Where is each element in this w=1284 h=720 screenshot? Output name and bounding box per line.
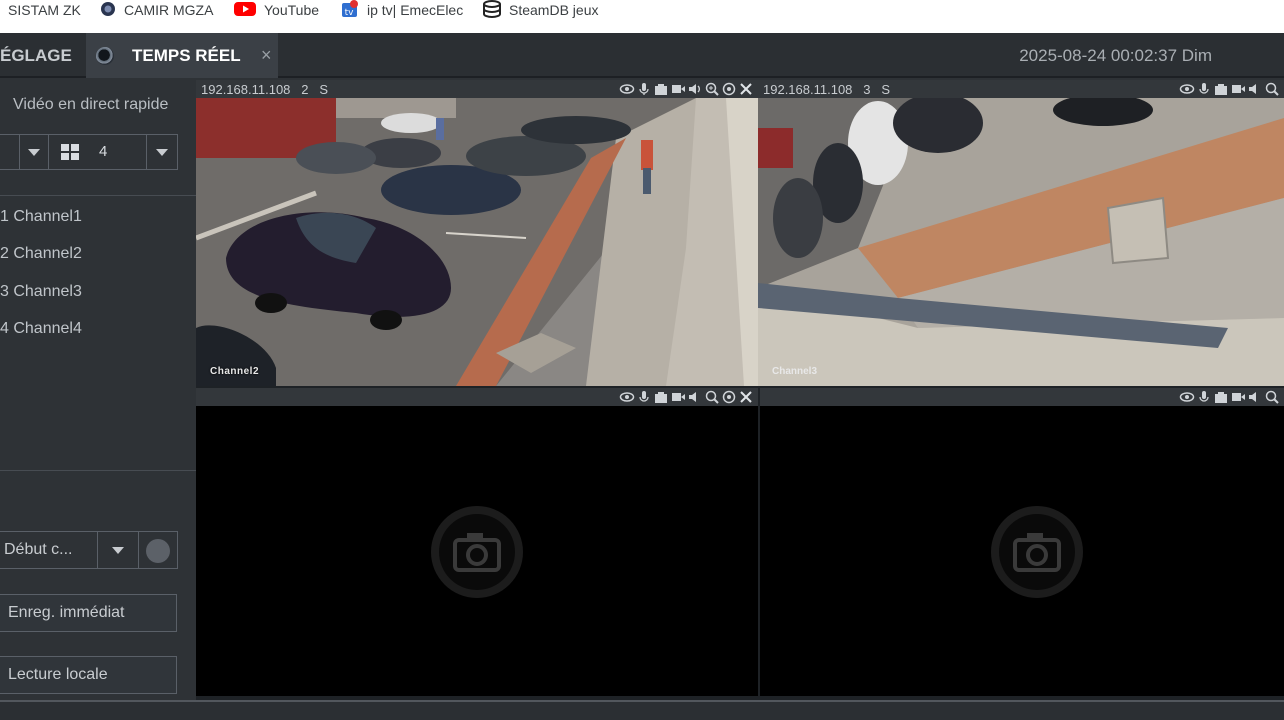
record-icon[interactable] xyxy=(1230,389,1246,405)
close-icon[interactable] xyxy=(738,81,754,97)
no-video-camera-icon xyxy=(431,506,523,598)
no-video-camera-icon xyxy=(991,506,1083,598)
record-indicator-icon[interactable] xyxy=(146,539,170,563)
camera-lens-icon xyxy=(100,1,116,20)
eye-icon[interactable] xyxy=(1179,389,1195,405)
record-icon[interactable] xyxy=(1230,81,1246,97)
video-tile-2[interactable]: 192.168.11.108 3 S Channel3 xyxy=(758,80,1284,386)
eye-icon[interactable] xyxy=(1179,81,1195,97)
divider xyxy=(0,195,196,196)
tile-toolbar xyxy=(619,81,754,97)
snapshot-icon[interactable] xyxy=(1213,389,1229,405)
tab-reglage[interactable]: ÉGLAGE xyxy=(0,33,86,78)
grid-layout-icon xyxy=(61,144,79,160)
bookmark-iptv[interactable]: tv ip tv| EmecElec xyxy=(341,0,463,20)
channel-item-3[interactable]: 3 Channel3 xyxy=(0,283,82,301)
zoom-icon[interactable] xyxy=(704,389,720,405)
svg-text:tv: tv xyxy=(345,8,355,18)
bookmark-label: SteamDB jeux xyxy=(509,2,599,18)
divider xyxy=(0,470,196,471)
close-tab-icon[interactable]: × xyxy=(261,33,272,78)
video-tile-1[interactable]: 192.168.11.108 2 S Channel2 xyxy=(196,80,758,386)
app-top-bar: ÉGLAGE TEMPS RÉEL × 2025-08-24 00:02:37 … xyxy=(0,33,1284,78)
tile-header xyxy=(760,388,1284,406)
ptz-icon[interactable] xyxy=(721,389,737,405)
bookmarks-bar: SISTAM ZK CAMIR MGZA YouTube tv ip tv| E… xyxy=(0,0,1284,33)
record-icon[interactable] xyxy=(670,81,686,97)
video-tile-3[interactable] xyxy=(196,388,758,696)
bookmark-label: ip tv| EmecElec xyxy=(367,2,464,18)
ptz-icon[interactable] xyxy=(721,81,737,97)
split-dropdown[interactable] xyxy=(147,135,177,169)
split-controls: 4 xyxy=(0,134,178,170)
video-grid: 192.168.11.108 2 S Channel2 192.168.11.1… xyxy=(196,80,1284,700)
bookmark-steamdb[interactable]: SteamDB jeux xyxy=(483,0,598,20)
zoom-icon[interactable] xyxy=(704,81,720,97)
split-select[interactable]: 4 xyxy=(49,135,147,169)
instant-record-button[interactable]: Enreg. immédiat xyxy=(0,594,177,632)
speaker-icon[interactable] xyxy=(1247,389,1263,405)
microphone-icon[interactable] xyxy=(636,389,652,405)
microphone-icon[interactable] xyxy=(1196,81,1212,97)
snapshot-icon[interactable] xyxy=(653,81,669,97)
bookmark-youtube[interactable]: YouTube xyxy=(234,0,319,20)
tab-label: TEMPS RÉEL xyxy=(132,46,241,65)
separator xyxy=(138,532,139,568)
speaker-icon[interactable] xyxy=(1247,81,1263,97)
channel-item-2[interactable]: 2 Channel2 xyxy=(0,245,82,263)
stream-dropdown[interactable] xyxy=(20,135,49,169)
camera-feed-sidewalk: Channel3 xyxy=(758,98,1284,386)
channel-item-1[interactable]: 1 Channel1 xyxy=(0,208,82,226)
eye-icon[interactable] xyxy=(619,389,635,405)
speaker-icon[interactable] xyxy=(687,389,703,405)
video-tile-4[interactable] xyxy=(760,388,1284,696)
zoom-icon[interactable] xyxy=(1264,81,1280,97)
iptv-icon: tv xyxy=(341,0,359,21)
tab-temps-reel[interactable]: TEMPS RÉEL × xyxy=(86,33,278,78)
snapshot-icon[interactable] xyxy=(653,389,669,405)
bookmark-camir[interactable]: CAMIR MGZA xyxy=(100,0,213,20)
record-mode-row: Début c... xyxy=(0,531,178,569)
close-icon[interactable] xyxy=(738,389,754,405)
split-value: 4 xyxy=(99,143,108,160)
local-playback-button[interactable]: Lecture locale xyxy=(0,656,177,694)
speaker-icon[interactable] xyxy=(687,81,703,97)
stream-select[interactable] xyxy=(0,135,20,169)
osd-channel-label: Channel3 xyxy=(772,366,817,377)
bookmark-label: CAMIR MGZA xyxy=(124,2,214,18)
tile-toolbar xyxy=(1179,389,1280,405)
snapshot-icon[interactable] xyxy=(1213,81,1229,97)
tile-toolbar xyxy=(1179,81,1280,97)
tile-header: 192.168.11.108 2 S xyxy=(196,80,758,98)
bottom-scrollbar[interactable] xyxy=(0,700,1284,720)
tile-header xyxy=(196,388,758,406)
left-panel: Vidéo en direct rapide 4 1 Channel1 2 Ch… xyxy=(0,80,196,720)
zoom-icon[interactable] xyxy=(1264,389,1280,405)
tile-header: 192.168.11.108 3 S xyxy=(758,80,1284,98)
eye-icon[interactable] xyxy=(619,81,635,97)
record-mode-select[interactable]: Début c... xyxy=(4,541,72,559)
tile-ip: 192.168.11.108 3 S xyxy=(763,82,890,97)
steamdb-icon xyxy=(483,0,501,21)
separator xyxy=(97,532,98,568)
system-datetime: 2025-08-24 00:02:37 Dim xyxy=(1019,46,1212,65)
bookmark-sistam[interactable]: SISTAM ZK xyxy=(8,0,81,20)
panel-title: Vidéo en direct rapide xyxy=(13,96,169,113)
live-lens-icon xyxy=(96,47,114,65)
record-icon[interactable] xyxy=(670,389,686,405)
microphone-icon[interactable] xyxy=(636,81,652,97)
bookmark-label: SISTAM ZK xyxy=(8,2,81,18)
chevron-down-icon[interactable] xyxy=(112,547,124,554)
bookmark-label: YouTube xyxy=(264,2,320,18)
tile-toolbar xyxy=(619,389,754,405)
youtube-icon xyxy=(234,1,256,20)
channel-item-4[interactable]: 4 Channel4 xyxy=(0,320,82,338)
microphone-icon[interactable] xyxy=(1196,389,1212,405)
camera-feed-parking: Channel2 xyxy=(196,98,758,386)
chevron-down-icon xyxy=(28,149,40,156)
chevron-down-icon xyxy=(156,149,168,156)
osd-channel-label: Channel2 xyxy=(210,366,259,377)
tile-ip: 192.168.11.108 2 S xyxy=(201,82,328,97)
